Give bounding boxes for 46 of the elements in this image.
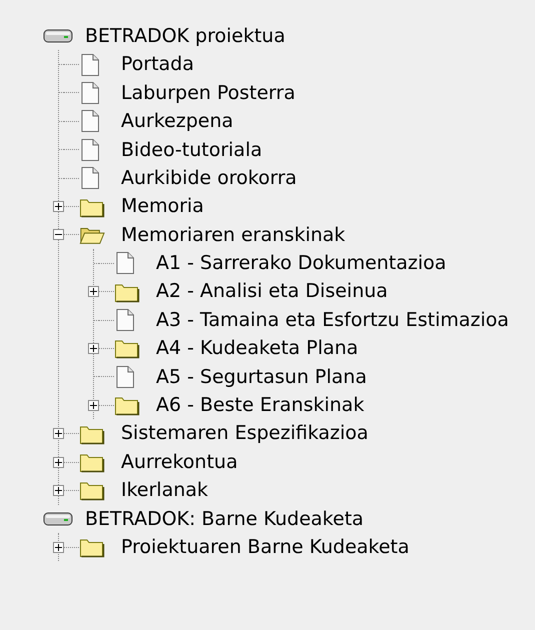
plus-icon bbox=[55, 544, 62, 551]
tree-item-label[interactable]: A2 - Analisi eta Diseinua bbox=[156, 277, 388, 306]
plus-icon bbox=[90, 288, 97, 296]
expand-toggle[interactable] bbox=[53, 428, 64, 440]
document-icon bbox=[79, 52, 101, 77]
tree-item-label[interactable]: Memoria bbox=[121, 192, 204, 221]
expand-toggle[interactable] bbox=[53, 456, 64, 468]
document-icon bbox=[114, 364, 136, 389]
tree-item-label[interactable]: A4 - Kudeaketa Plana bbox=[156, 334, 358, 363]
tree-item-label[interactable]: Ikerlanak bbox=[121, 476, 208, 505]
tree-item-label[interactable]: A5 - Segurtasun Plana bbox=[156, 362, 367, 392]
document-icon bbox=[114, 308, 136, 332]
expand-toggle[interactable] bbox=[53, 542, 64, 553]
plus-icon bbox=[90, 344, 97, 352]
drive-icon bbox=[43, 29, 73, 44]
plus-icon bbox=[90, 402, 97, 409]
tree-item-label[interactable]: A1 - Sarrerako Dokumentazioa bbox=[156, 249, 446, 278]
tree-item-label[interactable]: Portada bbox=[121, 50, 194, 79]
tree-root-label[interactable]: BETRADOK: Barne Kudeaketa bbox=[85, 504, 364, 534]
plus-icon bbox=[55, 486, 62, 494]
tree-item-label[interactable]: A6 - Beste Eranskinak bbox=[156, 391, 364, 420]
drive-icon bbox=[43, 512, 73, 526]
document-icon bbox=[79, 109, 101, 134]
tree-item-label[interactable]: Laburpen Posterra bbox=[121, 78, 296, 108]
expand-toggle[interactable] bbox=[88, 400, 99, 411]
tree-item-label[interactable]: Bideo-tutoriala bbox=[121, 136, 262, 164]
tree-root-label[interactable]: BETRADOK proiektua bbox=[85, 22, 286, 50]
expand-toggle[interactable] bbox=[53, 201, 64, 212]
expand-toggle[interactable] bbox=[53, 484, 64, 496]
tree-item-label[interactable]: Aurkezpena bbox=[121, 107, 234, 136]
plus-icon bbox=[55, 458, 62, 466]
tree-item-label[interactable]: Proiektuaren Barne Kudeaketa bbox=[121, 532, 410, 562]
document-icon bbox=[79, 80, 101, 105]
collapse-toggle[interactable] bbox=[53, 229, 64, 240]
expand-toggle[interactable] bbox=[88, 286, 99, 298]
tree-item-label[interactable]: Memoriaren eranskinak bbox=[121, 220, 346, 250]
plus-icon bbox=[55, 430, 62, 438]
document-icon bbox=[79, 138, 101, 162]
expand-toggle[interactable] bbox=[88, 342, 99, 354]
tree-item-label[interactable]: Aurrekontua bbox=[121, 448, 238, 476]
document-icon bbox=[114, 251, 136, 276]
tree-item-label[interactable]: Sistemaren Espezifikazioa bbox=[121, 419, 368, 448]
document-icon bbox=[79, 166, 101, 190]
tree-item-label[interactable]: Aurkibide orokorra bbox=[121, 164, 297, 192]
plus-icon bbox=[55, 203, 62, 210]
tree-item-label[interactable]: A3 - Tamaina eta Esfortzu Estimazioa bbox=[156, 306, 509, 334]
